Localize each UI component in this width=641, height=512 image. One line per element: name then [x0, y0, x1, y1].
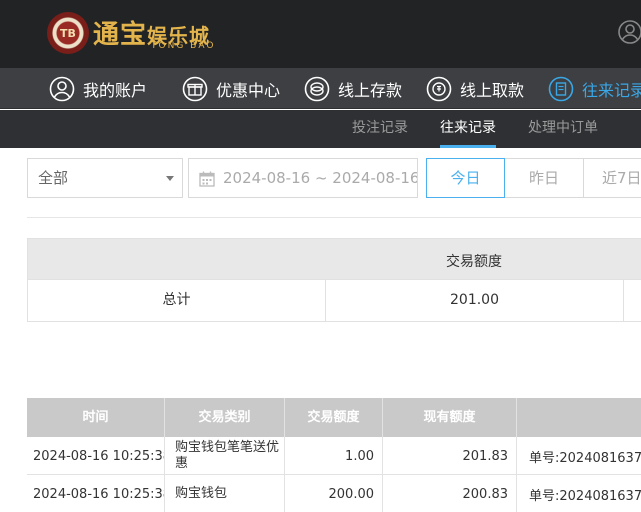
site-header: TB 通宝娱乐城 TONG BAO — [0, 0, 641, 68]
summary-total-label: 总计 — [28, 280, 326, 321]
nav-label: 往来记录 — [582, 80, 641, 100]
col-header-time: 时间 — [27, 398, 165, 437]
cell-amount: 1.00 — [285, 437, 383, 475]
brand-name-en: TONG BAO — [151, 41, 216, 51]
deposit-coin-icon — [304, 76, 330, 101]
cell-time: 2024-08-16 10:25:38 — [27, 437, 165, 475]
table-row: 2024-08-16 10:25:38 购宝钱包笔笔送优惠 1.00 201.8… — [27, 437, 641, 475]
date-range-value: 2024-08-16 ~ 2024-08-16 — [223, 169, 418, 187]
cell-type: 购宝钱包 — [165, 475, 285, 512]
nav-label: 优惠中心 — [216, 80, 281, 100]
yesterday-button[interactable]: 昨日 — [505, 158, 584, 198]
nav-label: 我的账户 — [83, 80, 148, 100]
page: TB 通宝娱乐城 TONG BAO 我的账户 优惠中心 线上存款 线上取款 往来… — [0, 0, 641, 512]
brand-name-part1: 通宝 — [93, 20, 148, 50]
summary-table: 交易额度 总计 201.00 — [27, 238, 641, 322]
type-select[interactable]: 全部 — [27, 158, 183, 198]
col-header-type: 交易类别 — [165, 398, 285, 437]
today-button[interactable]: 今日 — [426, 158, 505, 198]
col-header-remark — [517, 398, 641, 437]
user-circle-icon — [49, 76, 75, 101]
table-row: 2024-08-16 10:25:38 购宝钱包 200.00 200.83 单… — [27, 475, 641, 512]
cell-order: 单号:20240816370 — [529, 450, 641, 466]
tab-bet-records[interactable]: 投注记录 — [352, 110, 408, 148]
caret-down-icon — [166, 176, 174, 181]
logo-badge-text: TB — [60, 26, 76, 40]
nav-deposit[interactable]: 线上存款 — [304, 68, 402, 109]
gift-icon — [182, 76, 208, 101]
summary-total-value: 201.00 — [326, 280, 624, 321]
cell-order: 单号:20240816370 — [529, 488, 641, 504]
tab-transaction-records[interactable]: 往来记录 — [440, 110, 496, 148]
calendar-icon — [199, 171, 215, 187]
col-header-amount: 交易额度 — [285, 398, 383, 437]
nav-records[interactable]: 往来记录 — [548, 68, 641, 109]
cell-balance: 201.83 — [383, 437, 517, 475]
logo-text: 通宝娱乐城 TONG BAO — [93, 12, 238, 54]
account-icon[interactable] — [617, 19, 641, 49]
table-header: 时间 交易类别 交易额度 现有额度 — [27, 398, 641, 437]
nav-my-account[interactable]: 我的账户 — [49, 68, 147, 109]
col-header-balance: 现有额度 — [383, 398, 517, 437]
nav-label: 线上取款 — [460, 80, 525, 100]
nav-promotions[interactable]: 优惠中心 — [182, 68, 280, 109]
tab-pending-orders[interactable]: 处理中订单 — [528, 110, 598, 148]
main-nav: 我的账户 优惠中心 线上存款 线上取款 往来记录 — [0, 68, 641, 109]
summary-header: 交易额度 — [27, 238, 641, 280]
date-range-input[interactable]: 2024-08-16 ~ 2024-08-16 — [188, 158, 418, 198]
brand-logo[interactable]: TB 通宝娱乐城 TONG BAO — [47, 12, 238, 54]
sub-nav: 投注记录 往来记录 处理中订单 — [0, 110, 641, 148]
withdraw-coin-icon — [426, 76, 452, 101]
summary-header-label: 交易额度 — [446, 254, 502, 270]
cell-amount: 200.00 — [285, 475, 383, 512]
last-7-days-button[interactable]: 近7日 — [584, 158, 641, 198]
summary-total-row: 总计 201.00 — [27, 280, 641, 322]
cell-time: 2024-08-16 10:25:38 — [27, 475, 165, 512]
cell-type: 购宝钱包笔笔送优惠 — [165, 437, 285, 475]
divider — [27, 217, 641, 218]
type-select-value: 全部 — [38, 169, 69, 187]
records-icon — [548, 76, 574, 101]
logo-badge-icon: TB — [47, 12, 89, 54]
cell-balance: 200.83 — [383, 475, 517, 512]
nav-withdraw[interactable]: 线上取款 — [426, 68, 524, 109]
nav-label: 线上存款 — [338, 80, 403, 100]
